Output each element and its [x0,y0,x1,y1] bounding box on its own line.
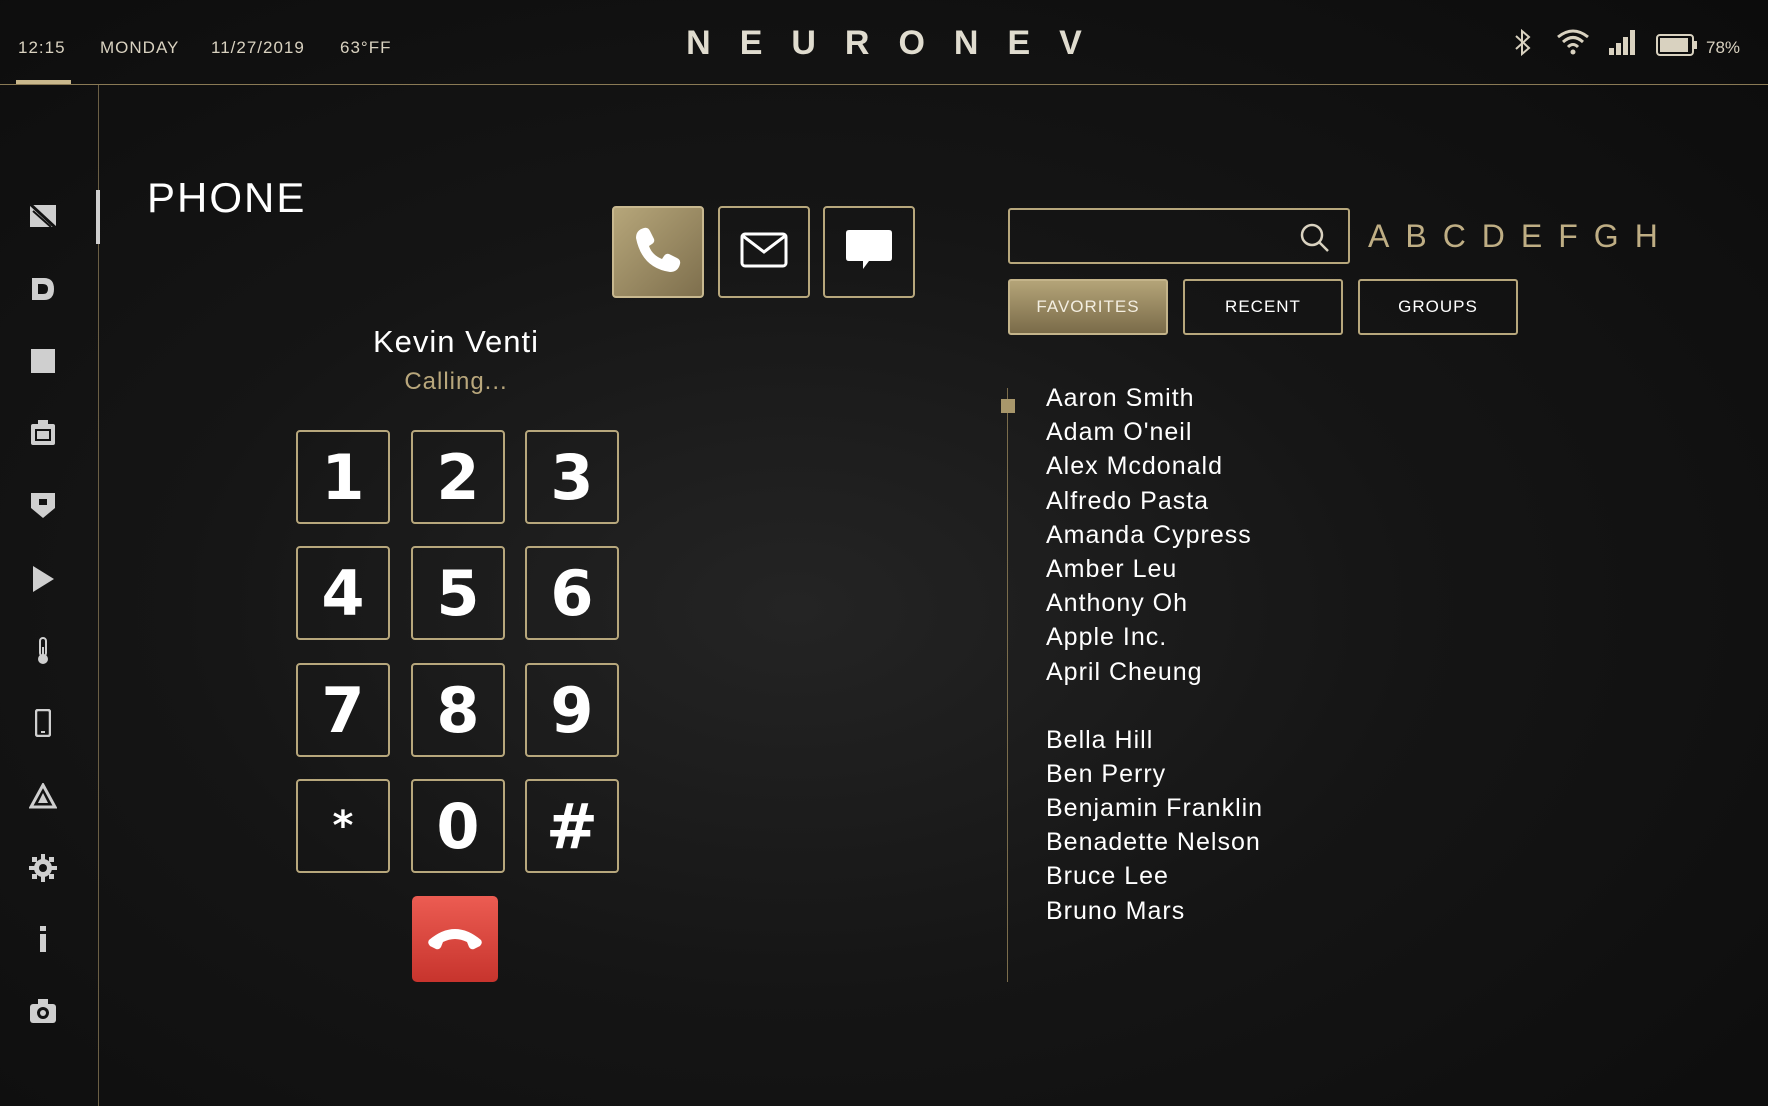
status-bar: 12:15 MONDAY 11/27/2019 63°FF NEURONEV 7… [0,0,1768,85]
contact-search-box[interactable] [1008,208,1350,264]
contact-item[interactable]: Aaron Smith [1046,381,1263,415]
hang-up-icon [426,922,484,957]
key-0[interactable]: 0 [411,779,505,873]
brand-logo: NEURONEV [686,24,1111,62]
key-1[interactable]: 1 [296,430,390,524]
end-call-button[interactable] [412,896,498,982]
alpha-b[interactable]: B [1405,218,1438,255]
key-7[interactable]: 7 [296,663,390,757]
cell-signal-icon [1608,28,1638,61]
contact-scroll-thumb[interactable] [1001,399,1015,413]
contact-item[interactable]: Benjamin Franklin [1046,791,1263,825]
contact-item[interactable]: Ben Perry [1046,757,1263,791]
group-separator [1046,689,1263,723]
square-icon[interactable] [28,346,58,376]
call-status: Calling... [404,368,508,395]
envelope-icon [740,232,788,273]
key-4[interactable]: 4 [296,546,390,640]
alpha-a[interactable]: A [1368,218,1401,255]
alpha-h[interactable]: H [1635,218,1670,255]
play-icon[interactable] [28,564,58,594]
contact-item[interactable]: Bruno Mars [1046,894,1263,928]
contact-list: Aaron Smith Adam O'neil Alex Mcdonald Al… [1046,381,1263,928]
sidebar-active-indicator [96,190,100,244]
tab-favorites[interactable]: FAVORITES [1008,279,1168,335]
tab-recent[interactable]: RECENT [1183,279,1343,335]
search-icon[interactable] [1300,223,1330,258]
contact-item[interactable]: Apple Inc. [1046,620,1263,654]
drive-icon[interactable] [28,274,58,304]
key-5[interactable]: 5 [411,546,505,640]
message-mode-button[interactable] [823,206,915,298]
tab-groups[interactable]: GROUPS [1358,279,1518,335]
key-9[interactable]: 9 [525,663,619,757]
battery-percent: 78% [1706,38,1741,57]
alpha-e[interactable]: E [1521,218,1554,255]
info-icon[interactable] [28,924,58,954]
alpha-d[interactable]: D [1482,218,1517,255]
key-8[interactable]: 8 [411,663,505,757]
camera-icon[interactable] [28,996,58,1026]
search-input[interactable] [1020,218,1294,256]
phone-device-icon[interactable] [28,708,58,738]
contact-item[interactable]: Alfredo Pasta [1046,484,1263,518]
key-star[interactable]: * [296,779,390,873]
caller-name: Kevin Venti [372,324,540,359]
chat-bubble-icon [845,228,893,277]
contact-scroll-track[interactable] [1007,388,1008,982]
page-title: PHONE [147,174,307,221]
alpha-g[interactable]: G [1594,218,1631,255]
contact-item[interactable]: Bruce Lee [1046,859,1263,893]
thermometer-icon[interactable] [28,636,58,666]
bluetooth-icon[interactable] [1512,28,1534,63]
contact-item[interactable]: Anthony Oh [1046,586,1263,620]
gear-icon[interactable] [28,853,58,883]
alpha-f[interactable]: F [1558,218,1590,255]
phone-mode-button[interactable] [612,206,704,298]
contact-item[interactable]: Amanda Cypress [1046,518,1263,552]
alphabet-index: A B C D E F G H [1368,218,1674,255]
contact-item[interactable]: April Cheung [1046,655,1263,689]
time-active-indicator [16,80,71,84]
lights-off-icon[interactable] [28,201,58,231]
wifi-icon[interactable] [1556,28,1590,61]
contact-item[interactable]: Amber Leu [1046,552,1263,586]
contact-item[interactable]: Benadette Nelson [1046,825,1263,859]
email-mode-button[interactable] [718,206,810,298]
contact-item[interactable]: Bella Hill [1046,723,1263,757]
key-6[interactable]: 6 [525,546,619,640]
alpha-c[interactable]: C [1443,218,1478,255]
warning-icon[interactable] [28,781,58,811]
phone-icon [632,224,684,281]
battery-icon [1656,34,1698,61]
contact-item[interactable]: Alex Mcdonald [1046,449,1263,483]
seat-icon[interactable] [28,418,58,448]
key-hash[interactable]: # [525,779,619,873]
contact-item[interactable]: Adam O'neil [1046,415,1263,449]
shield-icon[interactable] [28,490,58,520]
key-3[interactable]: 3 [525,430,619,524]
key-2[interactable]: 2 [411,430,505,524]
